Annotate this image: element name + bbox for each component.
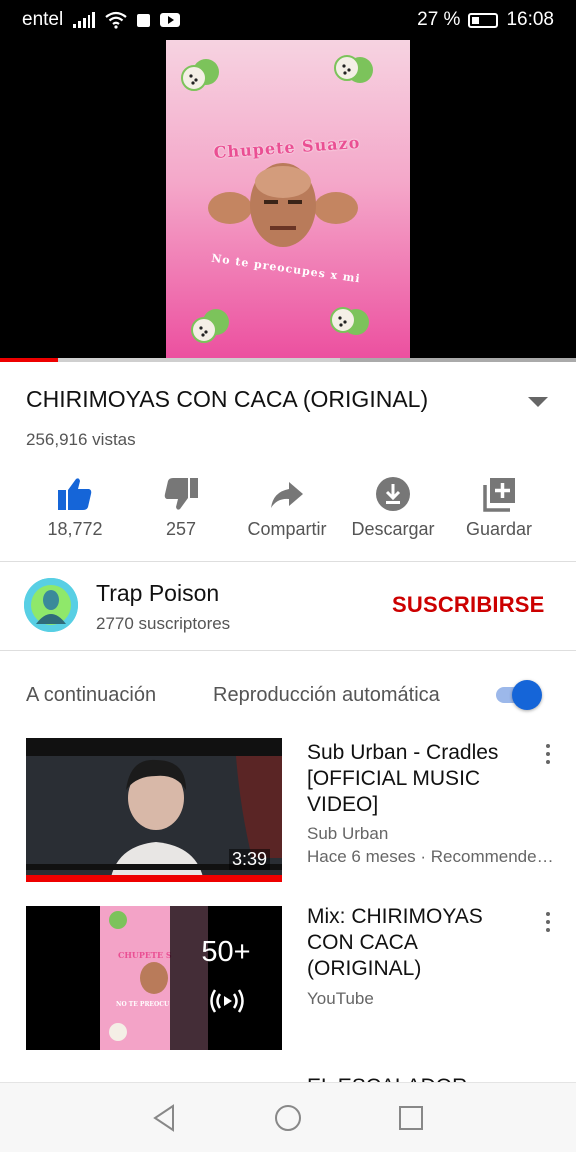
recents-icon[interactable] xyxy=(396,1103,426,1133)
dislike-button[interactable]: 257 xyxy=(126,468,236,550)
list-item[interactable]: EL ESCALADOR xyxy=(0,1074,576,1082)
cherimoya-icon xyxy=(330,307,369,335)
download-label: Descargar xyxy=(351,519,435,539)
subscribe-button[interactable]: SUSCRIBIRSE xyxy=(392,592,545,618)
wifi-icon xyxy=(105,11,127,29)
toggle-knob xyxy=(512,680,542,710)
battery-percent: 27 % xyxy=(417,9,461,30)
svg-text:NO TE PREOCU: NO TE PREOCU xyxy=(116,1001,170,1008)
cherimoya-icon xyxy=(181,59,219,91)
carrier-label: entel xyxy=(22,9,64,30)
share-icon xyxy=(271,482,303,508)
cherimoya-icon xyxy=(334,55,373,83)
more-options-icon[interactable] xyxy=(540,742,556,768)
action-row: 18,772 257 Compartir Descargar Guardar xyxy=(0,468,576,550)
mix-thumbnail[interactable]: CHUPETE S NO TE PREOCU 50+ xyxy=(26,906,282,1050)
video-item-title[interactable]: Mix: CHIRIMOYAS CON CACA (ORIGINAL) xyxy=(307,904,535,982)
autoplay-label: Reproducción automática xyxy=(213,684,440,706)
clock: 16:08 xyxy=(506,9,554,30)
video-title[interactable]: CHIRIMOYAS CON CACA (ORIGINAL) xyxy=(26,386,506,413)
video-item-title[interactable]: Sub Urban - Cradles [OFFICIAL MUSIC VIDE… xyxy=(307,740,535,818)
cherimoya-icon xyxy=(191,309,229,343)
channel-avatar-image xyxy=(24,578,78,632)
download-icon xyxy=(376,477,410,511)
divider xyxy=(0,650,576,651)
autoplay-toggle[interactable] xyxy=(494,680,544,710)
subscriber-count: 2770 suscriptores xyxy=(96,614,231,633)
like-button[interactable]: 18,772 xyxy=(20,468,130,550)
signal-icon xyxy=(73,12,96,28)
mix-count: 50+ xyxy=(201,936,251,968)
up-next-label: A continuación xyxy=(26,684,157,706)
video-item-channel: YouTube xyxy=(307,989,374,1008)
view-count: 256,916 vistas xyxy=(26,430,136,449)
status-bar: entel 27 % 16:08 xyxy=(0,0,576,40)
dislike-count: 257 xyxy=(165,519,197,539)
buffered-bar xyxy=(340,358,576,362)
video-progress-bar[interactable] xyxy=(0,358,576,362)
share-label: Compartir xyxy=(247,519,327,539)
svg-text:CHUPETE S: CHUPETE S xyxy=(118,950,172,960)
youtube-notification-icon xyxy=(160,13,181,27)
battery-icon xyxy=(468,12,499,28)
video-player[interactable]: Chupete Suazo No te preocupes x mi xyxy=(0,40,576,360)
video-duration: 3:39 xyxy=(228,849,270,870)
channel-name[interactable]: Trap Poison xyxy=(96,580,219,607)
mix-playlist-icon xyxy=(210,989,244,1013)
thumbs-up-icon xyxy=(58,478,92,510)
video-item-title[interactable]: EL ESCALADOR xyxy=(307,1074,535,1082)
notification-square-icon xyxy=(137,13,151,27)
add-to-playlist-icon xyxy=(483,478,515,512)
thumbs-down-icon xyxy=(164,478,198,510)
share-button[interactable]: Compartir xyxy=(232,468,342,550)
video-frame: Chupete Suazo No te preocupes x mi xyxy=(166,40,410,360)
video-item-channel: Sub Urban xyxy=(307,824,389,843)
system-nav-bar xyxy=(0,1082,576,1152)
download-button[interactable]: Descargar xyxy=(338,468,448,550)
channel-avatar[interactable] xyxy=(24,578,78,632)
expand-description-icon[interactable] xyxy=(527,396,549,408)
back-icon[interactable] xyxy=(150,1103,180,1133)
video-frame-title: Chupete Suazo xyxy=(213,132,361,163)
video-item-meta: Hace 6 meses · Recommended for you xyxy=(307,847,557,866)
home-icon[interactable] xyxy=(273,1103,303,1133)
video-thumbnail[interactable]: 3:39 xyxy=(26,738,282,882)
played-bar xyxy=(0,358,58,362)
save-label: Guardar xyxy=(465,519,533,539)
face-image xyxy=(208,163,358,247)
save-button[interactable]: Guardar xyxy=(444,468,554,550)
mix-overlay: 50+ xyxy=(170,906,282,1050)
more-options-icon[interactable] xyxy=(540,910,556,936)
video-frame-subtitle: No te preocupes x mi xyxy=(210,251,362,286)
like-count: 18,772 xyxy=(47,519,103,539)
divider xyxy=(0,561,576,562)
